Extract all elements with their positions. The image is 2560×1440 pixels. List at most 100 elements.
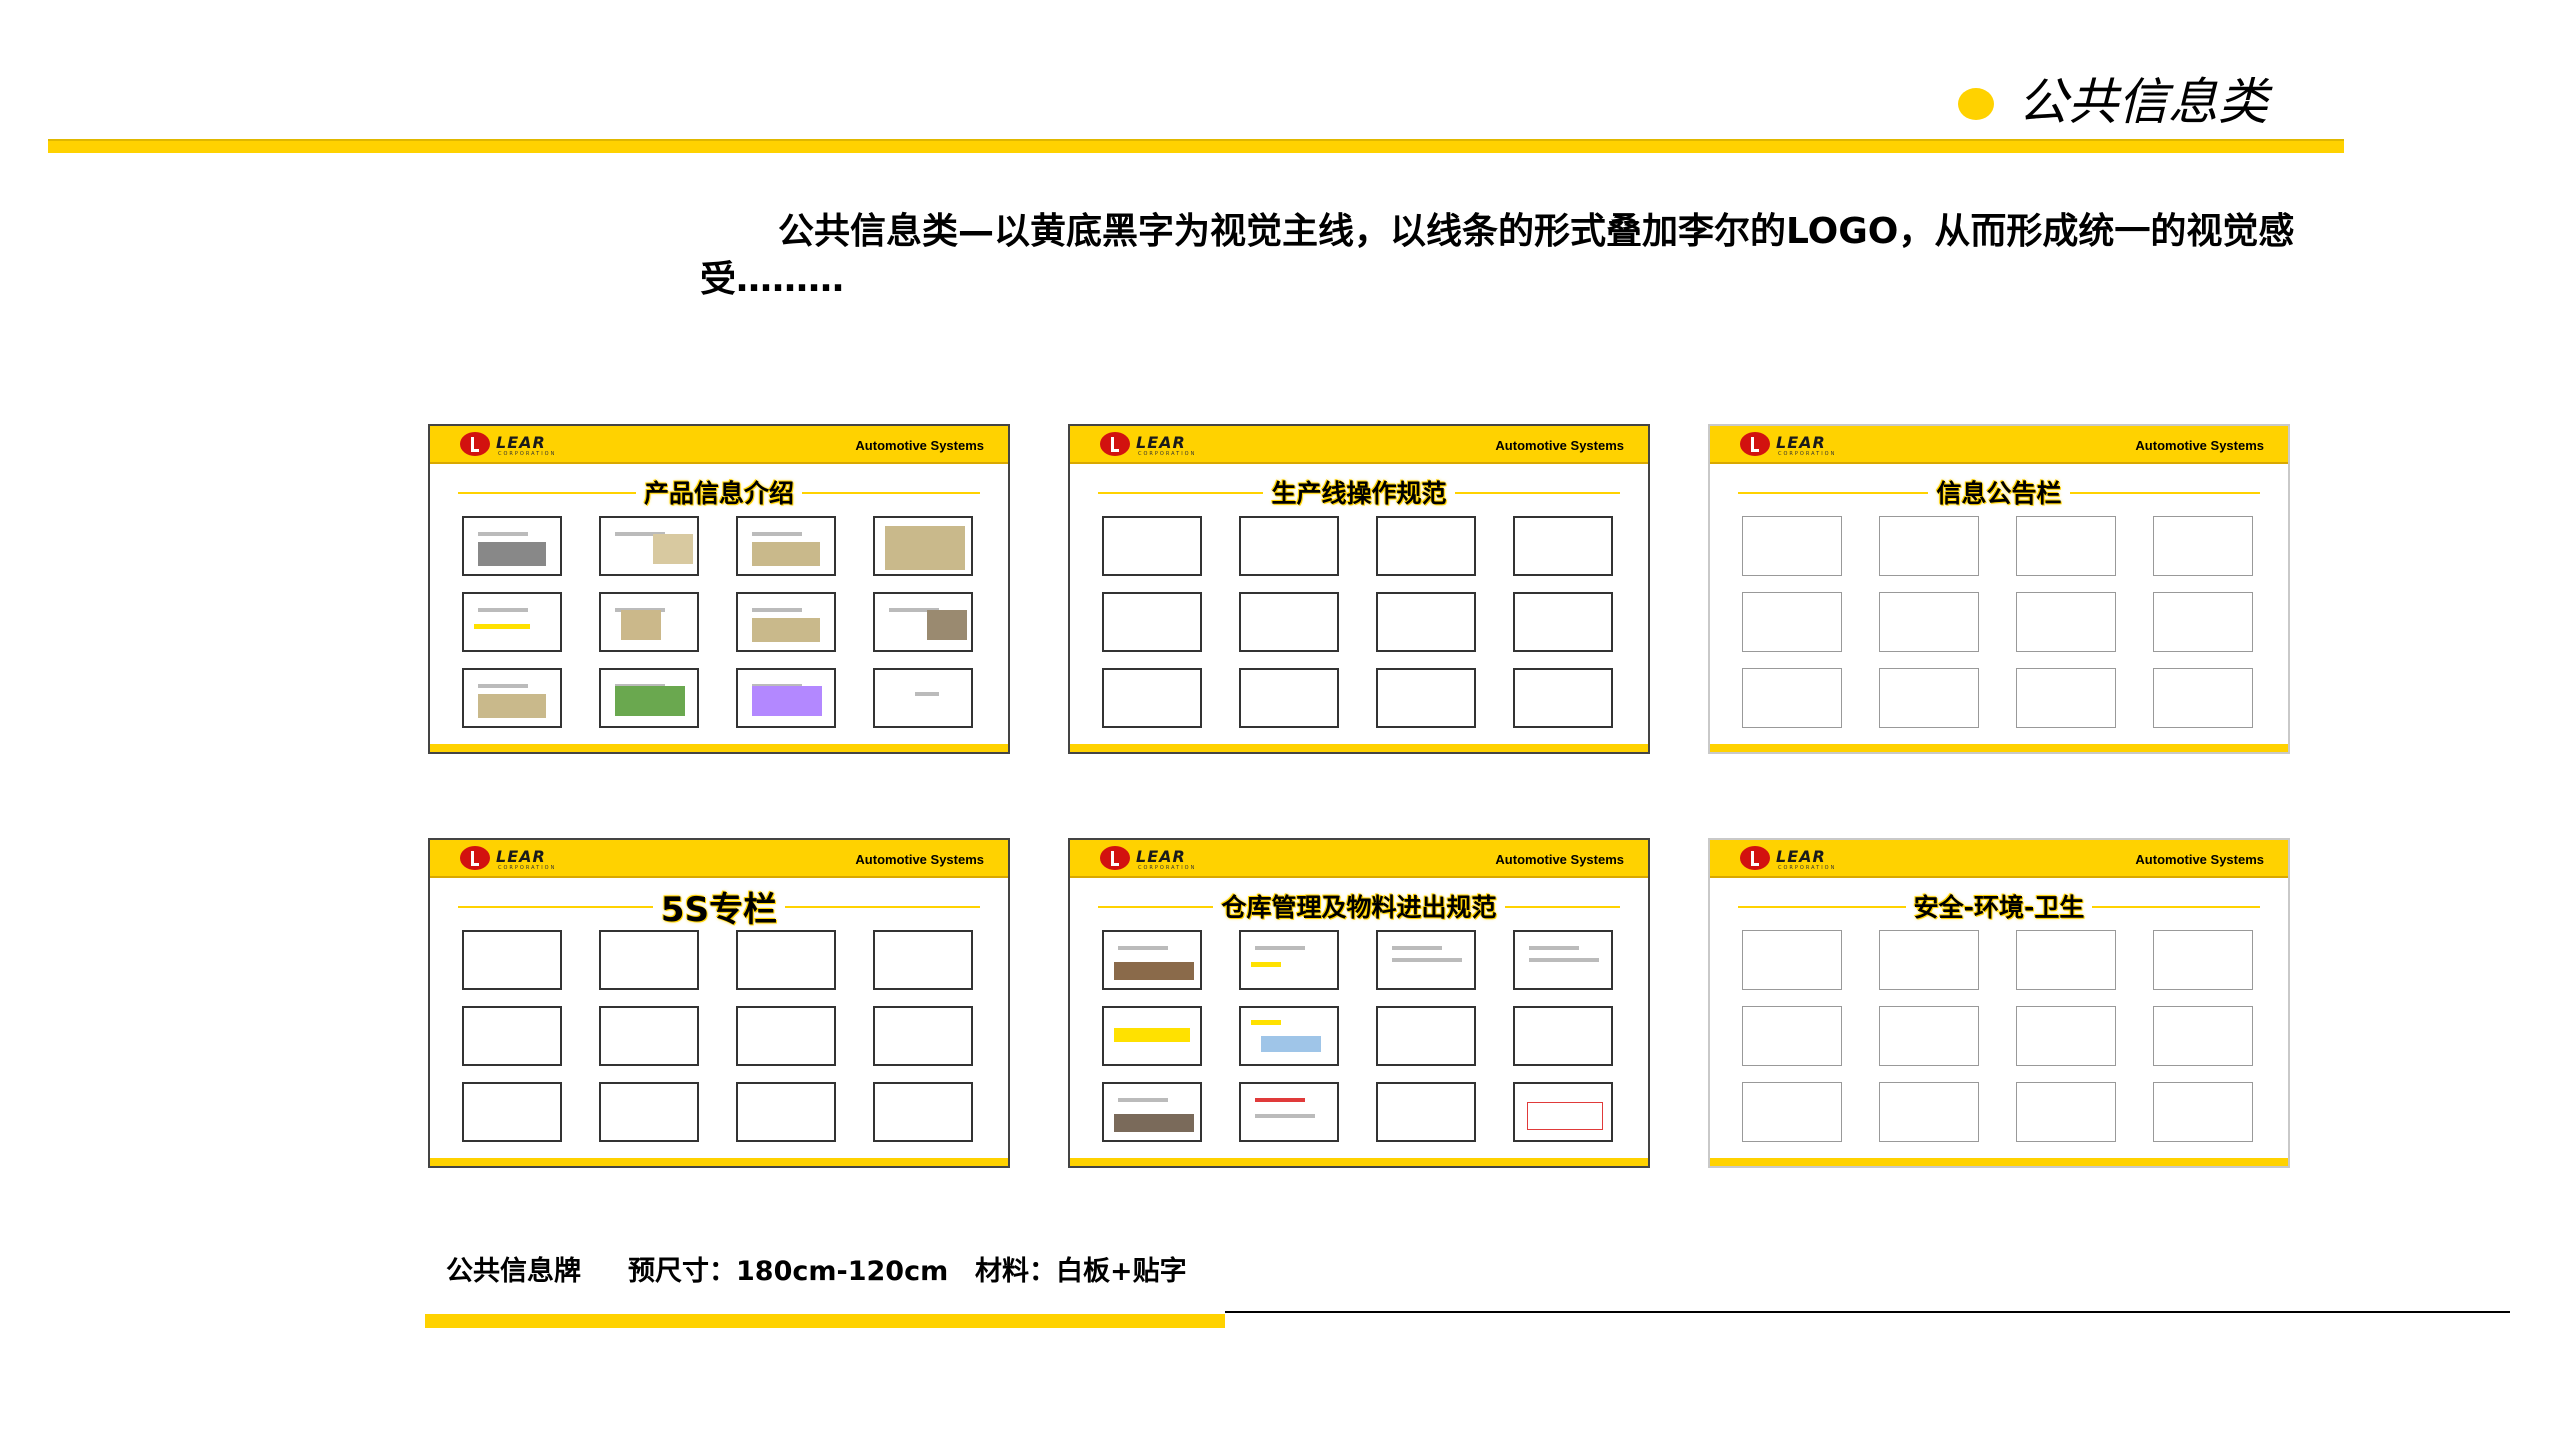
brand-text: Automotive Systems [2135, 852, 2264, 867]
frame [599, 1082, 699, 1142]
frame [462, 1006, 562, 1066]
frame [2153, 592, 2253, 652]
frame [1102, 516, 1202, 576]
board-header: LEAR CORPORATION Automotive Systems [1070, 426, 1648, 464]
brand-text: Automotive Systems [1495, 852, 1624, 867]
board-footer-stripe [1710, 1158, 2288, 1166]
top-rule-edge [48, 139, 2344, 141]
board-title-text: 安全-环境-卫生 [1905, 893, 2093, 922]
frame [1879, 516, 1979, 576]
frame [1239, 516, 1339, 576]
frame [1376, 516, 1476, 576]
board-title-text: 信息公告栏 [1928, 479, 2070, 508]
board-title: 5S专栏 [430, 882, 1008, 931]
board-safety: LEAR CORPORATION Automotive Systems 安全-环… [1708, 838, 2290, 1168]
frame [599, 516, 699, 576]
frame [2016, 592, 2116, 652]
frame [2016, 1082, 2116, 1142]
frame [1376, 592, 1476, 652]
board-footer-stripe [1070, 1158, 1648, 1166]
frame [1102, 668, 1202, 728]
frame [873, 930, 973, 990]
frame [1742, 668, 1842, 728]
frame [2153, 930, 2253, 990]
board-footer-stripe [430, 1158, 1008, 1166]
board-notice: LEAR CORPORATION Automotive Systems 信息公告… [1708, 424, 2290, 754]
frame [2016, 1006, 2116, 1066]
frame [462, 592, 562, 652]
intro-paragraph: 公共信息类—以黄底黑字为视觉主线，以线条的形式叠加李尔的LOGO，从而形成统一的… [700, 211, 2295, 300]
frame [462, 516, 562, 576]
frame [1376, 1006, 1476, 1066]
frame [873, 668, 973, 728]
frame [873, 1082, 973, 1142]
logo-subtext: CORPORATION [1138, 451, 1197, 457]
brand-text: Automotive Systems [855, 852, 984, 867]
board-header: LEAR CORPORATION Automotive Systems [1710, 840, 2288, 878]
frame [2153, 516, 2253, 576]
logo-text: LEAR [496, 847, 546, 866]
frame [1742, 1082, 1842, 1142]
board-line-operation: LEAR CORPORATION Automotive Systems 生产线操… [1068, 424, 1650, 754]
frame [1376, 1082, 1476, 1142]
lear-logo-icon [460, 846, 490, 870]
frame [1879, 1082, 1979, 1142]
logo-text: LEAR [1136, 847, 1186, 866]
logo-text: LEAR [1776, 433, 1826, 452]
board-title: 生产线操作规范 [1070, 474, 1648, 510]
logo-subtext: CORPORATION [1778, 451, 1837, 457]
frame [599, 930, 699, 990]
board-header: LEAR CORPORATION Automotive Systems [1070, 840, 1648, 878]
logo-text: LEAR [1136, 433, 1186, 452]
frame [599, 1006, 699, 1066]
board-title-text: 仓库管理及物料进出规范 [1213, 893, 1505, 922]
frame [736, 592, 836, 652]
footer-yellow-bar [425, 1314, 1225, 1328]
frame [1513, 516, 1613, 576]
board-title: 仓库管理及物料进出规范 [1070, 888, 1648, 924]
frame [1513, 930, 1613, 990]
board-warehouse: LEAR CORPORATION Automotive Systems 仓库管理… [1068, 838, 1650, 1168]
footer-material: 材料：白板+贴字 [975, 1256, 1187, 1287]
frame [2153, 1082, 2253, 1142]
brand-text: Automotive Systems [2135, 438, 2264, 453]
board-product-info: LEAR CORPORATION Automotive Systems 产品信息… [428, 424, 1010, 754]
frame [1102, 1082, 1202, 1142]
frame [736, 1082, 836, 1142]
board-title: 信息公告栏 [1710, 474, 2288, 510]
frame [1513, 592, 1613, 652]
frame [1513, 668, 1613, 728]
board-footer-stripe [430, 744, 1008, 752]
frame [1742, 1006, 1842, 1066]
frame [1879, 668, 1979, 728]
lear-logo-icon [1100, 432, 1130, 456]
frame [1513, 1006, 1613, 1066]
frame [1879, 592, 1979, 652]
frame [1239, 930, 1339, 990]
logo-subtext: CORPORATION [498, 865, 557, 871]
board-header: LEAR CORPORATION Automotive Systems [430, 426, 1008, 464]
board-header: LEAR CORPORATION Automotive Systems [1710, 426, 2288, 464]
frame [2016, 668, 2116, 728]
frame [1742, 930, 1842, 990]
frame [1376, 668, 1476, 728]
page-title: 公共信息类 [2018, 73, 2268, 131]
lear-logo-icon [1740, 846, 1770, 870]
board-title-text: 5S专栏 [652, 890, 786, 930]
footer-size: 预尺寸：180cm-120cm [628, 1256, 949, 1287]
brand-text: Automotive Systems [855, 438, 984, 453]
frame [736, 668, 836, 728]
frame [1239, 1082, 1339, 1142]
frame [2016, 930, 2116, 990]
frame [736, 516, 836, 576]
header-dot-icon [1958, 88, 1994, 120]
logo-text: LEAR [1776, 847, 1826, 866]
board-footer-stripe [1070, 744, 1648, 752]
frame [1239, 592, 1339, 652]
logo-subtext: CORPORATION [498, 451, 557, 457]
frame [1102, 930, 1202, 990]
frame [2153, 668, 2253, 728]
frame [873, 1006, 973, 1066]
frame [1239, 1006, 1339, 1066]
board-title-text: 生产线操作规范 [1263, 479, 1455, 508]
